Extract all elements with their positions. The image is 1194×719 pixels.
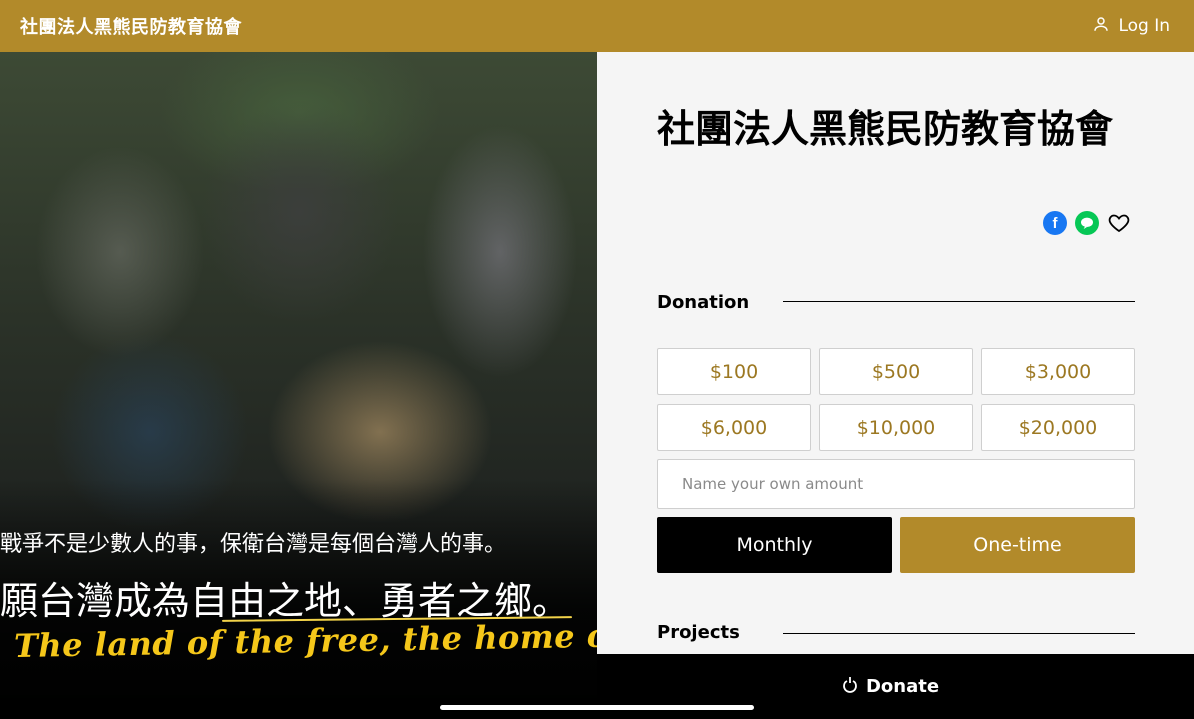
donation-divider [783, 301, 1135, 302]
brand-name[interactable]: 社團法人黑熊民防教育協會 [20, 13, 242, 39]
amount-option[interactable]: $500 [819, 348, 973, 395]
amount-option[interactable]: $10,000 [819, 404, 973, 451]
monthly-button[interactable]: Monthly [657, 517, 892, 573]
amount-option[interactable]: $20,000 [981, 404, 1135, 451]
donate-button[interactable]: Donate [842, 675, 939, 698]
page-title: 社團法人黑熊民防教育協會 [657, 107, 1114, 151]
donate-hand-icon [842, 675, 858, 698]
hero-image: 戰爭不是少數人的事，保衛台灣是每個台灣人的事。 願台灣成為自由之地、勇者之鄉。 … [0, 52, 597, 719]
projects-divider [783, 633, 1135, 634]
donation-panel: 社團法人黑熊民防教育協會 f Donation $100 $500 $3,000… [597, 52, 1194, 654]
custom-amount-input[interactable] [657, 459, 1135, 509]
line-icon[interactable] [1075, 211, 1099, 235]
social-actions: f [1043, 211, 1131, 235]
user-icon [1092, 15, 1110, 38]
amount-option[interactable]: $100 [657, 348, 811, 395]
hero-caption-line1: 戰爭不是少數人的事，保衛台灣是每個台灣人的事。 [0, 532, 507, 557]
amount-options: $100 $500 $3,000 $6,000 $10,000 $20,000 [657, 348, 1135, 451]
heart-icon[interactable] [1107, 211, 1131, 235]
home-indicator[interactable] [440, 705, 754, 710]
facebook-icon[interactable]: f [1043, 211, 1067, 235]
amount-option[interactable]: $3,000 [981, 348, 1135, 395]
login-button[interactable]: Log In [1092, 15, 1170, 38]
login-label: Log In [1118, 16, 1170, 36]
donate-label: Donate [865, 676, 940, 697]
amount-option[interactable]: $6,000 [657, 404, 811, 451]
one-time-button[interactable]: One-time [900, 517, 1135, 573]
donation-heading: Donation [657, 292, 750, 313]
top-bar: 社團法人黑熊民防教育協會 Log In [0, 0, 1194, 52]
projects-heading: Projects [657, 622, 740, 643]
frequency-toggle: Monthly One-time [657, 517, 1135, 573]
